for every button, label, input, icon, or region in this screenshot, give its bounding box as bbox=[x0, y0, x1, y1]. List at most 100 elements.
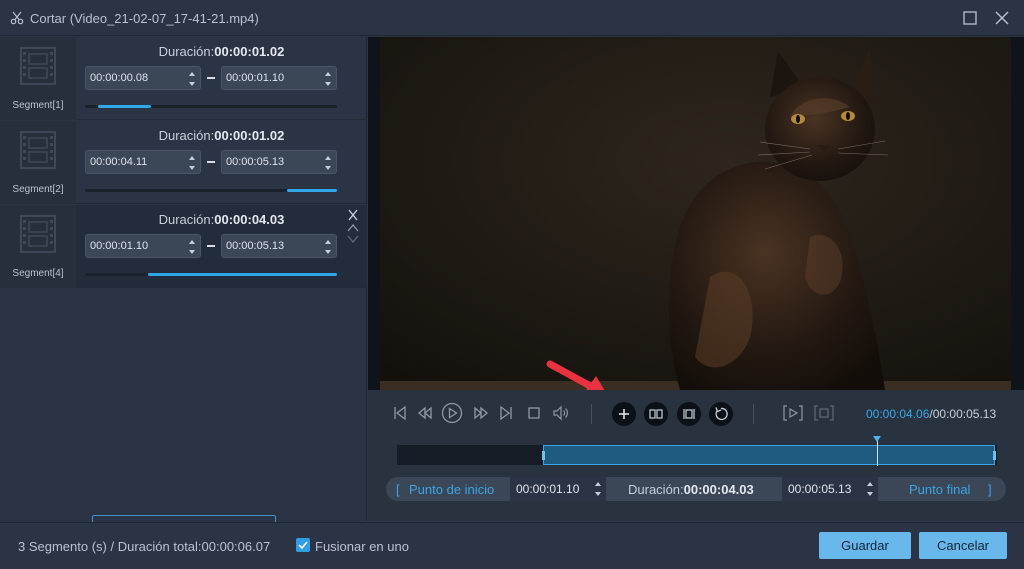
film-icon bbox=[20, 47, 56, 85]
play-icon[interactable] bbox=[441, 402, 463, 424]
cancel-button[interactable]: Cancelar bbox=[919, 532, 1007, 559]
timeline-track[interactable] bbox=[397, 445, 997, 465]
merge-checkbox[interactable] bbox=[296, 538, 310, 552]
segment-duration-label: Duración: bbox=[158, 128, 215, 143]
segment-end-value[interactable]: 00:00:05.13 bbox=[226, 240, 284, 252]
control-separator bbox=[753, 404, 754, 424]
current-time: 00:00:04.06 bbox=[866, 407, 930, 421]
video-preview bbox=[368, 37, 1024, 390]
trim-duration: Duración:00:00:04.03 bbox=[628, 482, 754, 497]
merge-label[interactable]: Fusionar en uno bbox=[315, 539, 409, 554]
spinner-icon[interactable] bbox=[866, 480, 874, 498]
range-dash bbox=[207, 161, 215, 163]
segment-row[interactable]: Segment[4] Duración:00:00:04.03 00:00:01.1… bbox=[0, 205, 367, 288]
start-bracket[interactable]: [ bbox=[396, 482, 400, 497]
step-forward-icon[interactable] bbox=[472, 404, 490, 422]
segment-range-fill bbox=[97, 105, 151, 108]
spinner-icon[interactable] bbox=[188, 69, 196, 89]
window-title: Cortar (Video_21-02-07_17-41-21.mp4) bbox=[30, 11, 259, 26]
spinner-icon[interactable] bbox=[594, 480, 602, 498]
stop-icon[interactable] bbox=[525, 404, 543, 422]
spinner-icon[interactable] bbox=[188, 237, 196, 257]
spinner-icon[interactable] bbox=[324, 69, 332, 89]
selection-end-handle[interactable] bbox=[993, 451, 996, 460]
segment-end-field[interactable]: 00:00:05.13 bbox=[221, 234, 337, 258]
timeline-selection[interactable] bbox=[542, 445, 996, 465]
range-dash bbox=[207, 77, 215, 79]
segment-thumbnail: Segment[4] bbox=[0, 205, 76, 288]
add-segment-icon[interactable] bbox=[612, 402, 636, 426]
segment-name: Segment[4] bbox=[12, 268, 64, 279]
segments-summary: 3 Segmento (s) / Duración total:00:00:06… bbox=[18, 539, 271, 554]
footer: 3 Segmento (s) / Duración total:00:00:06… bbox=[0, 522, 1024, 569]
start-time-value[interactable]: 00:00:01.10 bbox=[516, 482, 579, 496]
segment-duration: Duración:00:00:01.02 bbox=[76, 128, 367, 143]
loop-icon[interactable] bbox=[813, 403, 835, 423]
segment-duration: Duración:00:00:04.03 bbox=[76, 212, 367, 227]
segment-start-value[interactable]: 00:00:01.10 bbox=[90, 240, 148, 252]
segment-end-value[interactable]: 00:00:01.10 bbox=[226, 72, 284, 84]
segment-duration-value: 00:00:01.02 bbox=[214, 128, 285, 143]
trim-duration-label: Duración: bbox=[628, 482, 684, 497]
save-button[interactable]: Guardar bbox=[819, 532, 911, 559]
segment-range-fill bbox=[148, 273, 337, 276]
step-back-icon[interactable] bbox=[416, 404, 434, 422]
segment-end-value[interactable]: 00:00:05.13 bbox=[226, 156, 284, 168]
end-bracket[interactable]: ] bbox=[988, 482, 992, 497]
segment-start-field[interactable]: 00:00:04.11 bbox=[85, 150, 201, 174]
set-start-point-button[interactable]: Punto de inicio bbox=[409, 482, 494, 497]
segment-start-value[interactable]: 00:00:04.11 bbox=[90, 156, 147, 168]
maximize-icon[interactable] bbox=[961, 9, 979, 27]
move-down-icon[interactable] bbox=[346, 233, 360, 245]
segment-start-field[interactable]: 00:00:00.08 bbox=[85, 66, 201, 90]
segment-range-track bbox=[85, 189, 337, 192]
segment-list-panel: Segment[1] Duración:00:00:01.02 00:00:00.0… bbox=[0, 37, 367, 545]
segment-end-field[interactable]: 00:00:01.10 bbox=[221, 66, 337, 90]
segment-range-track bbox=[85, 105, 337, 108]
segment-row[interactable]: Segment[1] Duración:00:00:01.02 00:00:00.0… bbox=[0, 37, 367, 120]
segment-start-value[interactable]: 00:00:00.08 bbox=[90, 72, 148, 84]
start-time-field[interactable]: 00:00:01.10 bbox=[510, 477, 606, 501]
end-time-field[interactable]: 00:00:05.13 bbox=[782, 477, 878, 501]
range-dash bbox=[207, 245, 215, 247]
copy-segment-icon[interactable] bbox=[677, 402, 701, 426]
segment-start-field[interactable]: 00:00:01.10 bbox=[85, 234, 201, 258]
time-display: 00:00:04.06/00:00:05.13 bbox=[866, 407, 996, 421]
title-bar: Cortar (Video_21-02-07_17-41-21.mp4) bbox=[0, 0, 1024, 36]
play-selection-icon[interactable] bbox=[782, 403, 804, 423]
split-icon[interactable] bbox=[644, 402, 668, 426]
playhead[interactable] bbox=[877, 438, 878, 466]
volume-icon[interactable] bbox=[552, 404, 570, 422]
close-icon[interactable] bbox=[993, 9, 1011, 27]
playback-controls: 00:00:04.06/00:00:05.13 [ Punto de inici… bbox=[368, 390, 1024, 521]
total-time: 00:00:05.13 bbox=[932, 407, 997, 421]
control-separator bbox=[591, 404, 592, 424]
segment-duration: Duración:00:00:01.02 bbox=[76, 44, 367, 59]
segment-duration-label: Duración: bbox=[158, 212, 215, 227]
spinner-icon[interactable] bbox=[324, 237, 332, 257]
segment-duration-value: 00:00:01.02 bbox=[214, 44, 285, 59]
cut-dialog: Cortar (Video_21-02-07_17-41-21.mp4) Seg… bbox=[0, 0, 1024, 569]
delete-segment-icon[interactable] bbox=[346, 209, 360, 221]
segment-range-fill bbox=[286, 189, 337, 192]
segment-row[interactable]: Segment[2] Duración:00:00:01.02 00:00:04.1… bbox=[0, 121, 367, 204]
reset-icon[interactable] bbox=[709, 402, 733, 426]
selection-start-handle[interactable] bbox=[542, 451, 545, 460]
go-to-start-icon[interactable] bbox=[391, 404, 409, 422]
spinner-icon[interactable] bbox=[324, 153, 332, 173]
checkmark-icon bbox=[298, 541, 308, 550]
segment-name: Segment[2] bbox=[12, 184, 64, 195]
set-end-point-button[interactable]: Punto final bbox=[909, 482, 970, 497]
segment-duration-value: 00:00:04.03 bbox=[214, 212, 285, 227]
segment-thumbnail: Segment[2] bbox=[0, 121, 76, 204]
segment-thumbnail: Segment[1] bbox=[0, 37, 76, 120]
segment-end-field[interactable]: 00:00:05.13 bbox=[221, 150, 337, 174]
trim-bar: [ Punto de inicio 00:00:01.10 Duración:0… bbox=[386, 477, 1006, 501]
go-to-end-icon[interactable] bbox=[497, 404, 515, 422]
cat-image bbox=[380, 37, 1011, 390]
spinner-icon[interactable] bbox=[188, 153, 196, 173]
end-time-value[interactable]: 00:00:05.13 bbox=[788, 482, 851, 496]
scissors-icon bbox=[10, 11, 24, 25]
playhead-marker[interactable] bbox=[873, 436, 881, 442]
film-icon bbox=[20, 131, 56, 169]
